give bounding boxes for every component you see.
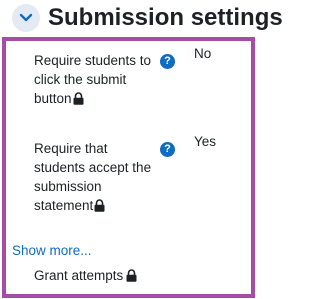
section-header: Submission settings — [12, 2, 283, 34]
setting-label-require-submit: Require students to click the submit but… — [34, 51, 159, 108]
setting-label-grant-attempts: Grant attempts — [34, 266, 194, 285]
collapse-toggle-button[interactable] — [12, 4, 40, 32]
setting-label-text: Grant attempts — [34, 268, 124, 283]
lock-icon — [126, 269, 137, 282]
setting-label-submission-statement: Require that students accept the submiss… — [34, 139, 159, 215]
section-title: Submission settings — [48, 4, 283, 31]
setting-value-require-submit: No — [194, 46, 212, 61]
help-icon[interactable]: ? — [160, 142, 175, 157]
setting-label-text: Require students to click the submit but… — [34, 53, 152, 106]
lock-icon — [94, 199, 105, 212]
lock-icon — [73, 92, 84, 105]
show-more-link[interactable]: Show more... — [12, 243, 92, 258]
help-icon[interactable]: ? — [160, 54, 175, 69]
setting-label-text: Require that students accept the submiss… — [34, 141, 152, 213]
setting-value-submission-statement: Yes — [194, 134, 217, 149]
chevron-down-icon — [19, 13, 33, 22]
settings-panel: Require students to click the submit but… — [2, 37, 255, 298]
